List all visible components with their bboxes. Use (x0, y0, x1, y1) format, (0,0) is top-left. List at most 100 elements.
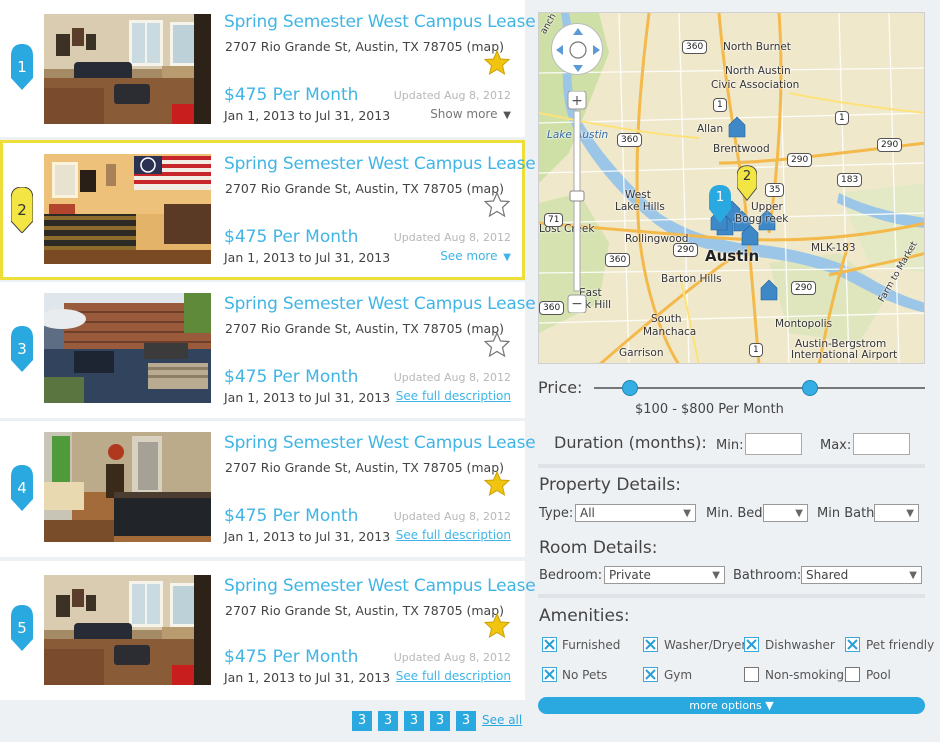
map-marker-icon: 3 (11, 326, 33, 372)
star-outline-icon[interactable] (484, 192, 510, 218)
slider-track (594, 387, 925, 389)
non-smoking-checkbox[interactable] (744, 667, 759, 682)
map-label: Upper (751, 201, 783, 213)
listing-photo[interactable] (44, 154, 211, 264)
no-pets-checkbox[interactable] (542, 667, 557, 682)
slider-max-handle[interactable] (801, 380, 818, 396)
see-more-label: See more (440, 249, 498, 263)
show-more-label: Show more (430, 107, 498, 121)
min-bed-select[interactable]: ▼ (763, 504, 808, 522)
see-more-link[interactable]: See more ▼ (440, 249, 511, 263)
listings-panel: 1 Spring Semester West Campus Lease 2707… (0, 0, 536, 742)
page-button[interactable]: 3 (352, 711, 372, 731)
bedroom-select[interactable]: Private ▼ (604, 566, 725, 584)
triangle-down-icon: ▼ (503, 110, 511, 121)
page-button[interactable]: 3 (456, 711, 476, 731)
updated-date: Updated Aug 8, 2012 (393, 510, 511, 523)
duration-min-input[interactable] (745, 433, 802, 455)
chevron-down-icon: ▼ (795, 508, 803, 519)
min-label: Min: (716, 438, 744, 453)
listing-dates: Jan 1, 2013 to Jul 31, 2013 (224, 670, 391, 685)
check-x-icon (645, 639, 656, 650)
full-description-link[interactable]: See full description (396, 389, 511, 403)
type-select-value: All (580, 506, 595, 520)
price-label: Price: (538, 378, 583, 397)
star-icon[interactable] (484, 471, 510, 497)
max-label: Max: (820, 438, 852, 453)
highway-shield: 35 (765, 183, 785, 197)
listing-address: 2707 Rio Grande St, Austin, TX 78705 (ma… (225, 39, 505, 54)
map[interactable]: North Burnet North Austin Civic Associat… (538, 12, 925, 364)
map-label: k Hill (585, 299, 612, 311)
listing-card[interactable]: 5 Spring Semester West Campus Lease 2707… (0, 561, 536, 700)
dishwasher-checkbox[interactable] (744, 637, 759, 652)
listing-title[interactable]: Spring Semester West Campus Lease (224, 294, 536, 314)
pool-checkbox[interactable] (845, 667, 860, 682)
map-label: South (651, 313, 682, 325)
listing-address: 2707 Rio Grande St, Austin, TX 78705 (ma… (225, 603, 505, 618)
listing-card-selected[interactable]: 2 Spring Semester West Campus Lease 2707… (0, 140, 536, 280)
svg-text:+: + (571, 93, 583, 109)
divider (538, 464, 925, 468)
slider-min-handle[interactable] (622, 380, 639, 396)
bathroom-select[interactable]: Shared ▼ (801, 566, 922, 584)
amenity-label: Dishwasher (765, 638, 835, 652)
see-all-link[interactable]: See all (482, 713, 522, 727)
gym-checkbox[interactable] (643, 667, 658, 682)
map-pin-2[interactable]: 2 (737, 165, 757, 201)
map-pin-1[interactable]: 1 (709, 185, 731, 223)
page-button[interactable]: 3 (430, 711, 450, 731)
highway-shield: 360 (617, 133, 643, 147)
page-button[interactable]: 3 (404, 711, 424, 731)
furnished-checkbox[interactable] (542, 637, 557, 652)
type-select[interactable]: All ▼ (575, 504, 696, 522)
listing-card[interactable]: 1 Spring Semester West Campus Lease 2707… (0, 0, 536, 137)
check-x-icon (746, 639, 757, 650)
listing-card[interactable]: 4 Spring Semester West Campus Lease 2707… (0, 421, 536, 557)
listing-title[interactable]: Spring Semester West Campus Lease (224, 12, 536, 32)
pet-friendly-checkbox[interactable] (845, 637, 860, 652)
washer-dryer-checkbox[interactable] (643, 637, 658, 652)
star-icon[interactable] (484, 613, 510, 639)
listing-address: 2707 Rio Grande St, Austin, TX 78705 (ma… (225, 321, 505, 336)
amenity-label: Gym (664, 668, 693, 682)
listing-photo[interactable] (44, 14, 211, 124)
more-options-button[interactable]: more options ▼ (538, 697, 925, 714)
highway-shield: 1 (835, 111, 849, 125)
listing-price: $475 Per Month (224, 227, 359, 247)
map-label: Lake Hills (615, 201, 665, 213)
listing-title[interactable]: Spring Semester West Campus Lease (224, 576, 536, 596)
amenity-label: Non-smoking (765, 668, 845, 682)
listing-photo[interactable] (44, 575, 211, 685)
listing-title[interactable]: Spring Semester West Campus Lease (224, 433, 536, 453)
room-details-heading: Room Details: (539, 538, 658, 558)
listing-photo[interactable] (44, 432, 211, 542)
listing-card[interactable]: 3 Spring Semester West Campus Lease 2707… (0, 282, 536, 418)
map-pin-number: 2 (742, 169, 752, 184)
map-label: Bogg reek (735, 213, 789, 225)
full-description-link[interactable]: See full description (396, 528, 511, 542)
map-label: Civic Association (711, 79, 800, 91)
star-outline-icon[interactable] (484, 332, 510, 358)
listing-address: 2707 Rio Grande St, Austin, TX 78705 (ma… (225, 460, 505, 475)
highway-shield: 1 (749, 343, 763, 357)
updated-date: Updated Aug 8, 2012 (393, 231, 511, 244)
min-bath-select[interactable]: ▼ (874, 504, 919, 522)
highway-shield: 290 (791, 281, 817, 295)
listing-dates: Jan 1, 2013 to Jul 31, 2013 (224, 390, 391, 405)
zoom-control[interactable]: + − (567, 91, 587, 313)
map-label: North Burnet (723, 41, 791, 53)
star-icon[interactable] (484, 50, 510, 76)
page-button[interactable]: 3 (378, 711, 398, 731)
price-slider[interactable] (594, 380, 925, 396)
listing-title[interactable]: Spring Semester West Campus Lease (224, 154, 536, 174)
map-label: North Austin (725, 65, 791, 77)
highway-shield: 360 (539, 301, 565, 315)
divider (538, 594, 925, 598)
duration-max-input[interactable] (853, 433, 910, 455)
map-label: West (625, 189, 651, 201)
show-more-link[interactable]: Show more ▼ (430, 107, 511, 121)
full-description-link[interactable]: See full description (396, 669, 511, 683)
listing-photo[interactable] (44, 293, 211, 403)
pan-control[interactable] (551, 23, 603, 75)
